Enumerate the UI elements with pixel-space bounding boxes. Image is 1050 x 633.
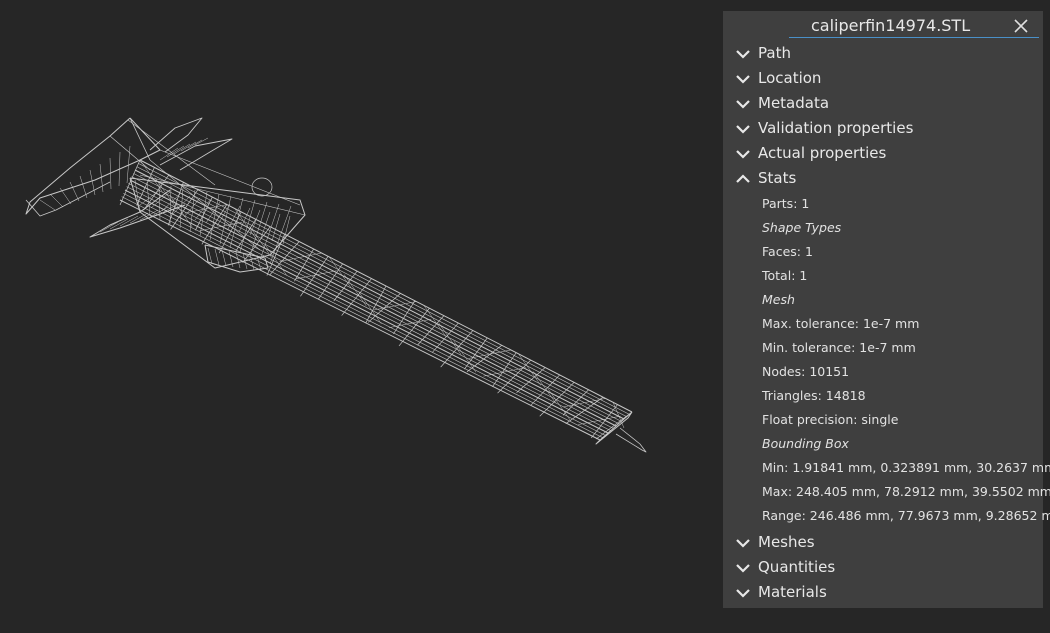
stat-row: Total: 1 xyxy=(762,268,808,283)
stats-section: Stats Parts: 1 Shape Types Faces: 1 Total: … xyxy=(723,166,1050,530)
section-header-validation-properties[interactable]: Validation properties xyxy=(723,116,1043,141)
section-label: Metadata xyxy=(758,94,830,112)
chevron-down-icon xyxy=(736,100,750,109)
section-label: Validation properties xyxy=(758,119,914,137)
panel-header: caliperfin14974.STL xyxy=(723,11,1043,41)
caliper-wireframe-model[interactable] xyxy=(0,0,720,633)
chevron-down-icon xyxy=(736,150,750,159)
stat-row: Max: 248.405 mm, 78.2912 mm, 39.5502 mm xyxy=(762,484,1050,499)
chevron-down-icon xyxy=(736,75,750,84)
stats-body: Parts: 1 Shape Types Faces: 1 Total: 1 Mesh M… xyxy=(723,191,1050,530)
section-header-quantities[interactable]: Quantities xyxy=(723,555,1043,580)
section-header-meshes[interactable]: Meshes xyxy=(723,530,1043,555)
panel-title: caliperfin14974.STL xyxy=(789,16,1039,38)
stat-row: Faces: 1 xyxy=(762,244,813,259)
stat-row: Min: 1.91841 mm, 0.323891 mm, 30.2637 mm xyxy=(762,460,1050,475)
section-header-location[interactable]: Location xyxy=(723,66,1043,91)
stat-row: Nodes: 10151 xyxy=(762,364,850,379)
section-header-stats[interactable]: Stats xyxy=(723,166,1043,191)
section-header-metadata[interactable]: Metadata xyxy=(723,91,1043,116)
section-header-actual-properties[interactable]: Actual properties xyxy=(723,141,1043,166)
stat-row: Max. tolerance: 1e-7 mm xyxy=(762,316,920,331)
section-label: Actual properties xyxy=(758,144,887,162)
stat-row: Triangles: 14818 xyxy=(762,388,866,403)
chevron-down-icon xyxy=(736,564,750,573)
section-label: Meshes xyxy=(758,533,815,551)
stat-row: Parts: 1 xyxy=(762,196,810,211)
chevron-down-icon xyxy=(736,589,750,598)
sections-after: Meshes Quantities Materials xyxy=(723,530,1043,605)
stat-group-heading: Bounding Box xyxy=(762,436,849,451)
section-label: Materials xyxy=(758,583,827,601)
chevron-down-icon xyxy=(736,125,750,134)
chevron-down-icon xyxy=(736,539,750,548)
stat-group-heading: Shape Types xyxy=(762,220,842,235)
section-label: Quantities xyxy=(758,558,836,576)
section-header-materials[interactable]: Materials xyxy=(723,580,1043,605)
properties-panel: caliperfin14974.STL Path Location Metadata… xyxy=(723,11,1050,608)
chevron-down-icon xyxy=(736,50,750,59)
stat-group-heading: Mesh xyxy=(762,292,795,307)
stat-row: Float precision: single xyxy=(762,412,899,427)
section-label: Stats xyxy=(758,169,797,187)
stat-row: Range: 246.486 mm, 77.9673 mm, 9.28652 m… xyxy=(762,508,1050,523)
sections-before: Path Location Metadata Validation propertie… xyxy=(723,41,1043,166)
close-icon xyxy=(1014,19,1028,33)
section-label: Location xyxy=(758,69,822,87)
chevron-up-icon xyxy=(736,174,750,183)
close-button[interactable] xyxy=(1011,15,1031,37)
section-header-path[interactable]: Path xyxy=(723,41,1043,66)
stat-row: Min. tolerance: 1e-7 mm xyxy=(762,340,916,355)
section-label: Path xyxy=(758,44,791,62)
